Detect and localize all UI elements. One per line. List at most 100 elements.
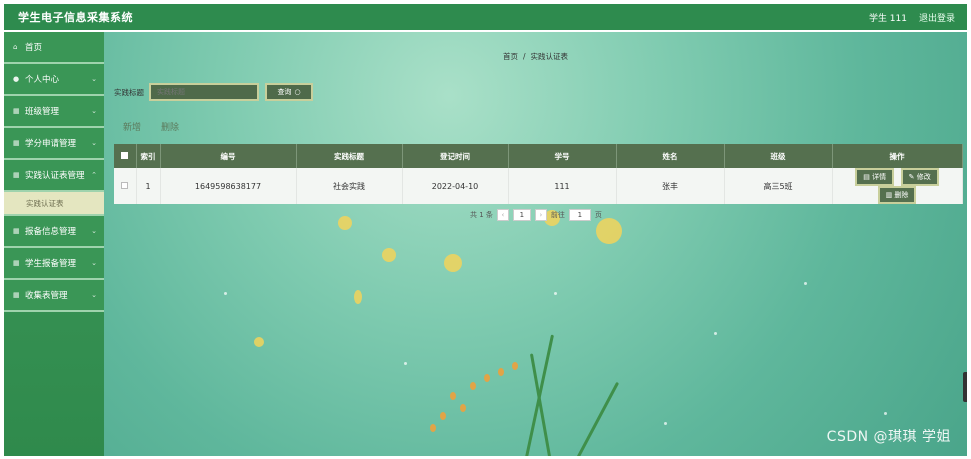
column-header: 班级: [724, 144, 833, 168]
sidebar-item-class-management[interactable]: ▦ 班级管理 ⌄: [4, 96, 104, 128]
cell-name: 张丰: [616, 168, 725, 204]
sparkle-decoration: [224, 292, 227, 295]
cell-index: 1: [136, 168, 161, 204]
grain-decoration: [460, 404, 466, 412]
search-label: 实践标题: [114, 87, 144, 97]
cell-code: 1649598638177: [160, 168, 297, 204]
edit-icon: ✎: [908, 173, 917, 181]
grain-decoration: [470, 382, 476, 390]
detail-button[interactable]: ▤ 详情: [855, 168, 895, 186]
goto-label: 前往: [550, 211, 565, 219]
doc-icon: ▤: [863, 173, 873, 181]
chevron-down-icon: ⌄: [91, 259, 97, 267]
search-icon: ○: [294, 88, 301, 96]
sidebar-item-practice-cert[interactable]: ▦ 实践认证表管理 ⌃: [4, 160, 104, 192]
sidebar-nav: ⌂ 首页 ● 个人中心 ⌄ ▦ 班级管理 ⌄ ▦ 学分申请管理 ⌄ ▦ 实践认证…: [4, 32, 104, 456]
sidebar-item-label: 班级管理: [25, 107, 60, 117]
sidebar-item-collection-form[interactable]: ▦ 收集表管理 ⌄: [4, 280, 104, 312]
flower-decoration: [444, 254, 462, 272]
sidebar-subitem-practice-cert-table[interactable]: 实践认证表: [4, 192, 104, 216]
main-content: 首页/实践认证表 实践标题 查询 ○ 新增 删除 索引 编号 实践标题: [104, 32, 967, 456]
sidebar-item-label: 报备信息管理: [25, 227, 77, 237]
chevron-up-icon: ⌃: [91, 171, 97, 179]
sparkle-decoration: [554, 292, 557, 295]
sidebar-item-label: 个人中心: [25, 75, 60, 85]
grid-icon: ▦: [13, 227, 20, 235]
search-button[interactable]: 查询 ○: [265, 83, 313, 101]
column-header: 索引: [136, 144, 161, 168]
search-input[interactable]: [149, 83, 259, 101]
column-header: 编号: [160, 144, 297, 168]
side-scroll-handle[interactable]: [963, 372, 967, 402]
grid-icon: ▦: [13, 291, 20, 299]
grain-decoration: [484, 374, 490, 382]
delete-button[interactable]: 删除: [161, 120, 179, 133]
sidebar-item-student-report[interactable]: ▦ 学生报备管理 ⌄: [4, 248, 104, 280]
column-header: 学号: [508, 144, 617, 168]
column-header: 操作: [832, 144, 963, 168]
sparkle-decoration: [884, 412, 887, 415]
sidebar-item-credit-application[interactable]: ▦ 学分申请管理 ⌄: [4, 128, 104, 160]
grid-icon: ▦: [13, 107, 20, 115]
sparkle-decoration: [664, 422, 667, 425]
sidebar-item-label: 收集表管理: [25, 291, 68, 301]
action-bar: 新增 删除: [123, 120, 179, 133]
pagination: 共 1 条 ‹ 1 › 前往 1 页: [470, 209, 602, 221]
sparkle-decoration: [404, 362, 407, 365]
cell-student-id: 111: [508, 168, 617, 204]
user-icon: ●: [13, 75, 20, 83]
remove-button[interactable]: ▥ 删除: [877, 186, 917, 204]
flower-decoration: [254, 337, 264, 347]
chevron-down-icon: ⌄: [91, 107, 97, 115]
flower-decoration: [596, 218, 622, 244]
grain-decoration: [450, 392, 456, 400]
cell-date: 2022-04-10: [402, 168, 509, 204]
cell-title: 社会实践: [296, 168, 403, 204]
home-icon: ⌂: [13, 43, 18, 51]
grid-icon: ▦: [13, 171, 20, 179]
chevron-down-icon: ⌄: [91, 75, 97, 83]
flower-decoration: [354, 290, 362, 304]
chevron-down-icon: ⌄: [91, 139, 97, 147]
goto-page-input[interactable]: 1: [568, 209, 591, 221]
flower-decoration: [338, 216, 352, 230]
table-header-row: 索引 编号 实践标题 登记时间 学号 姓名 班级 操作: [114, 144, 963, 168]
search-bar: 实践标题 查询 ○: [114, 83, 313, 101]
sidebar-item-label: 学生报备管理: [25, 259, 77, 269]
next-page-icon[interactable]: ›: [534, 209, 547, 221]
sidebar-item-label: 实践认证表管理: [25, 171, 85, 181]
breadcrumb-current: 实践认证表: [530, 52, 569, 61]
current-user-label: 学生 111: [868, 13, 907, 24]
sidebar-item-report-info[interactable]: ▦ 报备信息管理 ⌄: [4, 216, 104, 248]
prev-page-icon[interactable]: ‹: [496, 209, 509, 221]
add-button[interactable]: 新增: [123, 120, 141, 133]
total-count: 共 1 条: [470, 211, 493, 219]
column-header: 姓名: [616, 144, 725, 168]
flower-decoration: [382, 248, 396, 262]
app-title: 学生电子信息采集系统: [18, 11, 133, 24]
cell-operations: ▤ 详情 ✎ 修改 ▥ 删除: [832, 168, 963, 204]
sidebar-item-personal-center[interactable]: ● 个人中心 ⌄: [4, 64, 104, 96]
sidebar-item-label: 学分申请管理: [25, 139, 77, 149]
sparkle-decoration: [714, 332, 717, 335]
column-header: 登记时间: [402, 144, 509, 168]
page-unit-label: 页: [594, 211, 602, 219]
chevron-down-icon: ⌄: [91, 291, 97, 299]
grass-decoration: [574, 381, 620, 456]
grain-decoration: [512, 362, 518, 370]
page-number[interactable]: 1: [512, 209, 531, 221]
logout-link[interactable]: 退出登录: [919, 11, 955, 24]
edit-button[interactable]: ✎ 修改: [900, 168, 939, 186]
select-all-checkbox[interactable]: [121, 151, 129, 159]
chevron-down-icon: ⌄: [91, 227, 97, 235]
sidebar-item-label: 首页: [25, 43, 43, 53]
sparkle-decoration: [804, 282, 807, 285]
top-header-bar: 学生电子信息采集系统 学生 111 退出登录: [4, 4, 967, 30]
breadcrumb: 首页 / 实践认证表: [502, 52, 569, 61]
table-row: 1 1649598638177 社会实践 2022-04-10 111 张丰 高…: [114, 168, 963, 204]
breadcrumb-home[interactable]: 首页: [503, 52, 518, 61]
sidebar-item-home[interactable]: ⌂ 首页: [4, 32, 104, 64]
row-checkbox[interactable]: [121, 181, 129, 189]
grain-decoration: [498, 368, 504, 376]
data-table: 索引 编号 实践标题 登记时间 学号 姓名 班级 操作 1 1649598638…: [114, 144, 963, 204]
